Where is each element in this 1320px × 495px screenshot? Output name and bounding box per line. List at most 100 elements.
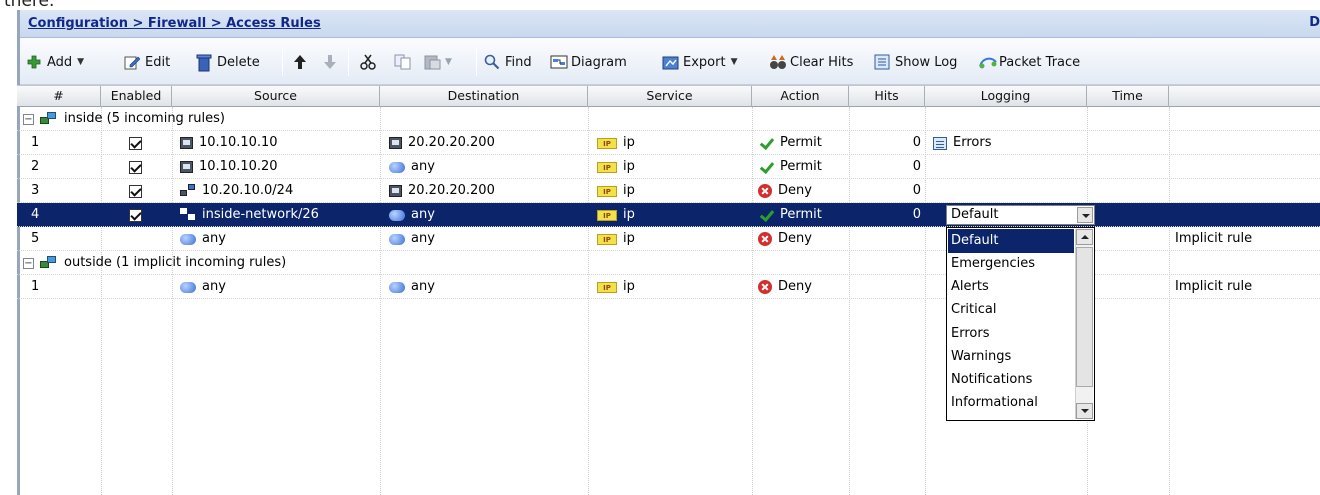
scroll-down-icon[interactable] — [1076, 403, 1093, 419]
hits-value: 0 — [912, 135, 921, 150]
permit-check-icon — [758, 136, 774, 150]
column-header-source[interactable]: Source — [172, 86, 380, 107]
scroll-thumb[interactable] — [1076, 247, 1093, 387]
destination-value: any — [411, 231, 435, 246]
host-icon — [180, 137, 193, 149]
move-up-button[interactable] — [292, 52, 308, 72]
column-header-action[interactable]: Action — [752, 86, 849, 107]
scissors-icon — [360, 54, 376, 70]
chevron-down-icon[interactable] — [1077, 207, 1093, 223]
column-header-destination[interactable]: Destination — [380, 86, 588, 107]
ip-service-icon: IP — [597, 209, 617, 221]
logging-option[interactable]: Informational — [948, 391, 1074, 415]
breadcrumb[interactable]: Configuration > Firewall > Access Rules — [28, 16, 321, 31]
table-row[interactable]: 1 10.10.10.10 20.20.20.200 IP ip Permit 0… — [17, 131, 1320, 155]
enabled-checkbox[interactable] — [129, 131, 142, 155]
column-header-enabled[interactable]: Enabled — [101, 86, 172, 107]
export-button[interactable]: Export ▼ — [662, 52, 737, 72]
table-row[interactable]: 2 10.10.10.20 any IP ip Permit 0 — [17, 155, 1320, 179]
table-row[interactable]: 1 any any IP ip Deny Implicit rule — [17, 275, 1320, 299]
logging-option[interactable]: Emergencies — [948, 252, 1074, 276]
paste-button[interactable]: ▼ — [424, 52, 452, 72]
hits-value: 0 — [912, 207, 921, 222]
paste-dropdown-arrow-icon[interactable]: ▼ — [445, 57, 452, 67]
network-object-icon — [180, 208, 196, 222]
column-header-number[interactable]: # — [17, 86, 101, 107]
export-icon — [662, 54, 679, 70]
find-button[interactable]: Find — [484, 52, 532, 72]
column-header-time[interactable]: Time — [1087, 86, 1169, 107]
ip-service-icon: IP — [597, 161, 617, 173]
export-dropdown-arrow-icon[interactable]: ▼ — [731, 57, 738, 67]
source-value: any — [202, 231, 226, 246]
group-row-inside[interactable]: − inside (5 incoming rules) — [17, 107, 1320, 131]
collapse-icon[interactable]: − — [23, 257, 34, 269]
clear-hits-button[interactable]: Clear Hits — [769, 52, 853, 72]
source-value: 10.20.10.0/24 — [202, 183, 294, 198]
access-rules-table: # Enabled Source Destination Service Act… — [17, 85, 1320, 495]
logging-icon — [933, 136, 947, 150]
interface-group-icon — [40, 256, 58, 270]
group-row-outside[interactable]: − outside (1 implicit incoming rules) — [17, 251, 1320, 275]
service-value: ip — [623, 231, 635, 246]
action-value: Permit — [780, 207, 822, 222]
collapse-icon[interactable]: − — [23, 113, 34, 125]
add-button[interactable]: Add ▼ — [26, 52, 84, 72]
host-icon — [389, 185, 402, 197]
column-header-logging[interactable]: Logging — [925, 86, 1087, 107]
enabled-checkbox[interactable] — [129, 155, 142, 179]
any-network-icon — [389, 209, 405, 221]
clear-hits-icon — [769, 54, 786, 70]
column-header-service[interactable]: Service — [588, 86, 752, 107]
delete-button[interactable]: Delete — [196, 52, 260, 72]
group-label: inside (5 incoming rules) — [64, 111, 225, 126]
table-row[interactable]: 3 10.20.10.0/24 20.20.20.200 IP ip Deny 0 — [17, 179, 1320, 203]
logging-option[interactable]: Notifications — [948, 368, 1074, 392]
trash-icon — [196, 54, 212, 72]
subnet-icon — [180, 184, 196, 198]
enabled-checkbox[interactable] — [129, 203, 142, 227]
show-log-button[interactable]: Show Log — [874, 52, 957, 72]
arrow-down-icon — [322, 54, 338, 70]
logging-option[interactable]: Alerts — [948, 275, 1074, 299]
breadcrumb-bar: Configuration > Firewall > Access Rules … — [20, 10, 1320, 38]
any-network-icon — [180, 281, 196, 293]
logging-option[interactable]: Default — [948, 229, 1074, 253]
cut-button[interactable] — [360, 52, 376, 72]
diagram-button[interactable]: Diagram — [550, 52, 627, 72]
rule-number: 2 — [31, 159, 40, 174]
table-row[interactable]: 5 any any IP ip Deny Implicit rule — [17, 227, 1320, 251]
copy-button[interactable] — [394, 52, 411, 72]
logging-option[interactable]: Errors — [948, 322, 1074, 346]
source-value: inside-network/26 — [202, 207, 319, 222]
edit-button[interactable]: Edit — [124, 52, 170, 72]
logging-option[interactable]: Warnings — [948, 345, 1074, 369]
logging-option[interactable]: Critical — [948, 298, 1074, 322]
diagram-icon — [550, 54, 568, 70]
add-dropdown-arrow-icon[interactable]: ▼ — [77, 57, 84, 67]
rule-number: 3 — [31, 183, 40, 198]
host-icon — [389, 137, 402, 149]
service-value: ip — [623, 159, 635, 174]
service-value: ip — [623, 279, 635, 294]
source-value: 10.10.10.20 — [199, 159, 278, 174]
table-row-selected[interactable]: 4 inside-network/26 any IP ip Permit 0 — [17, 203, 1320, 227]
paste-icon — [424, 54, 441, 70]
rule-number: 5 — [31, 231, 40, 246]
enabled-checkbox[interactable] — [129, 179, 142, 203]
logging-level-select[interactable]: Default — [946, 205, 1095, 225]
move-down-button[interactable] — [322, 52, 338, 72]
description-value: Implicit rule — [1175, 279, 1253, 294]
service-value: ip — [623, 183, 635, 198]
logging-level-selected: Default — [951, 207, 999, 222]
destination-value: 20.20.20.200 — [408, 135, 495, 150]
column-header-hits[interactable]: Hits — [849, 86, 925, 107]
description-value: Implicit rule — [1175, 231, 1253, 246]
dropdown-scrollbar[interactable] — [1075, 229, 1093, 419]
packet-trace-button[interactable]: Packet Trace — [978, 52, 1080, 72]
toolbar: Add ▼ Edit Delete ▼ Find Diagram Export … — [20, 38, 1320, 85]
service-value: ip — [623, 135, 635, 150]
column-header-description[interactable] — [1169, 86, 1320, 107]
action-value: Permit — [780, 135, 822, 150]
scroll-up-icon[interactable] — [1076, 229, 1093, 245]
